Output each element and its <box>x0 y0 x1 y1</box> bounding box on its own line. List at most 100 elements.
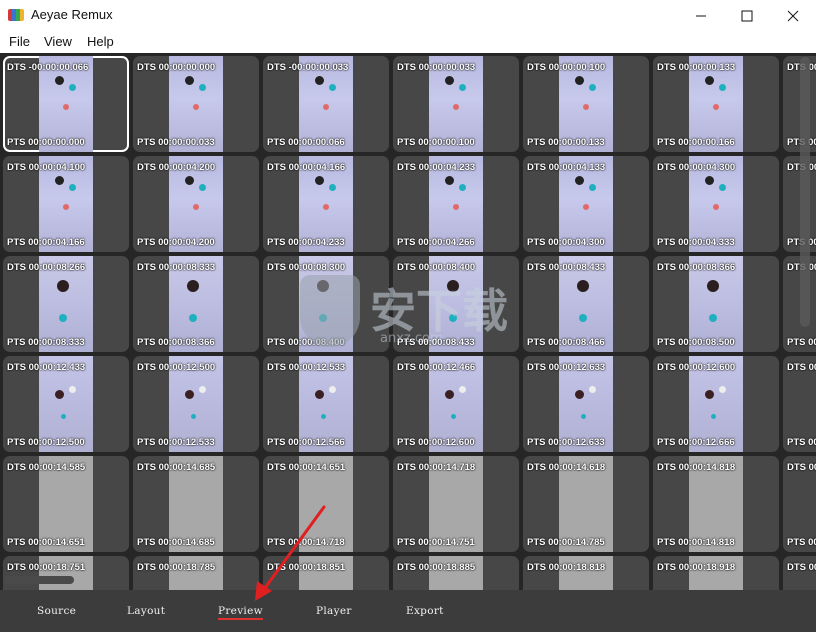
dts-label: DTS 00:00:08.333 <box>137 262 216 273</box>
thumbnail-frame[interactable]: DTS 00:00:18.785 <box>133 556 259 590</box>
pts-label: PTS 00:00:12.566 <box>267 437 345 448</box>
thumbnail-frame[interactable]: DTS 00:00:04.100 PTS 00:00:04.166 <box>3 156 129 252</box>
thumbnail-frame[interactable]: DTS 00:00:08.366 PTS 00:00:08.500 <box>653 256 779 352</box>
thumbnail-frame[interactable]: DTS 00:00:18.885 <box>393 556 519 590</box>
menu-file[interactable]: File <box>9 34 30 49</box>
thumbnail-frame[interactable]: DTS 00: <box>783 556 816 590</box>
vertical-scrollbar[interactable] <box>800 57 810 327</box>
menu-view[interactable]: View <box>44 34 72 49</box>
tab-layout[interactable]: Layout <box>127 605 165 617</box>
pts-label: PTS 00:00:12.500 <box>7 437 85 448</box>
dts-label: DTS 00:00:18.818 <box>527 562 606 573</box>
dts-label: DTS 00:00:12.533 <box>267 362 346 373</box>
menu-bar: File View Help <box>0 31 816 53</box>
thumbnail-frame[interactable]: DTS 00:00:14.618 PTS 00:00:14.785 <box>523 456 649 552</box>
thumbnail-frame[interactable]: DTS 00:00:14.818 PTS 00:00:14.818 <box>653 456 779 552</box>
pts-label: PTS 00:00:08.400 <box>267 337 345 348</box>
thumbnail-frame[interactable]: DTS -00:00:00.033 PTS 00:00:00.066 <box>263 56 389 152</box>
thumbnail-frame[interactable]: DTS 00:00:14.651 PTS 00:00:14.718 <box>263 456 389 552</box>
thumbnail-frame[interactable]: DTS 00:00:04.233 PTS 00:00:04.266 <box>393 156 519 252</box>
pts-label: PTS 00:00:00.166 <box>657 137 735 148</box>
bottom-tab-bar: Source Layout Preview Player Export <box>0 590 816 632</box>
thumbnail-frame[interactable]: DTS 00:00:12.466 PTS 00:00:12.600 <box>393 356 519 452</box>
tab-export[interactable]: Export <box>406 605 444 617</box>
dts-label: DTS 00:00:18.785 <box>137 562 216 573</box>
close-icon <box>787 10 799 21</box>
pts-label: PTS 00: <box>787 537 816 548</box>
thumbnail-frame[interactable]: DTS 00:00:12.633 PTS 00:00:12.633 <box>523 356 649 452</box>
thumbnail-grid: DTS 00: DTS 00:00:18.918 DTS 00:00:18.818 D… <box>0 53 816 590</box>
minimize-icon <box>696 15 706 16</box>
pts-label: PTS 00:00:00.000 <box>7 137 85 148</box>
tab-source[interactable]: Source <box>37 605 76 617</box>
pts-label: PTS 00:00:14.751 <box>397 537 475 548</box>
pts-label: PTS 00:00:08.466 <box>527 337 605 348</box>
close-button[interactable] <box>770 0 816 31</box>
thumbnail-frame[interactable]: DTS 00:00:18.751 <box>3 556 129 590</box>
dts-label: DTS 00: <box>787 462 816 473</box>
thumbnail-frame[interactable]: DTS 00:00:18.918 <box>653 556 779 590</box>
thumbnail-frame[interactable]: DTS 00: PTS 00: <box>783 456 816 552</box>
thumbnail-frame[interactable]: DTS 00:00:00.033 PTS 00:00:00.100 <box>393 56 519 152</box>
app-icon <box>8 9 24 21</box>
thumbnail-frame[interactable]: DTS -00:00:00.066 PTS 00:00:00.000 <box>3 56 129 152</box>
thumbnail-frame[interactable]: DTS 00:00:04.133 PTS 00:00:04.300 <box>523 156 649 252</box>
pts-label: PTS 00:00:12.666 <box>657 437 735 448</box>
minimize-button[interactable] <box>678 0 724 31</box>
pts-label: PTS 00:00:00.133 <box>527 137 605 148</box>
dts-label: DTS 00:00:14.651 <box>267 462 346 473</box>
maximize-icon <box>741 10 753 21</box>
thumbnail-frame[interactable]: DTS 00:00:08.333 PTS 00:00:08.366 <box>133 256 259 352</box>
thumbnail-frame[interactable]: DTS 00:00:00.100 PTS 00:00:00.133 <box>523 56 649 152</box>
pts-label: PTS 00: <box>787 437 816 448</box>
dts-label: DTS 00:00:00.133 <box>657 62 736 73</box>
pts-label: PTS 00:00:12.600 <box>397 437 475 448</box>
pts-label: PTS 00:00:12.633 <box>527 437 605 448</box>
thumbnail-frame[interactable]: DTS 00:00:14.718 PTS 00:00:14.751 <box>393 456 519 552</box>
pts-label: PTS 00:00:04.200 <box>137 237 215 248</box>
title-bar: Aeyae Remux <box>0 0 816 31</box>
pts-label: PTS 00:00:08.500 <box>657 337 735 348</box>
thumbnail-frame[interactable]: DTS 00:00:00.133 PTS 00:00:00.166 <box>653 56 779 152</box>
tab-player[interactable]: Player <box>316 605 352 617</box>
thumbnail-frame[interactable]: DTS 00:00:12.533 PTS 00:00:12.566 <box>263 356 389 452</box>
thumbnail-frame[interactable]: DTS 00:00:14.685 PTS 00:00:14.685 <box>133 456 259 552</box>
menu-help[interactable]: Help <box>87 34 114 49</box>
thumbnail-frame[interactable]: DTS 00:00:18.851 <box>263 556 389 590</box>
pts-label: PTS 00:00:04.266 <box>397 237 475 248</box>
dts-label: DTS 00:00:08.433 <box>527 262 606 273</box>
window-title: Aeyae Remux <box>31 7 113 22</box>
dts-label: DTS 00:00:12.433 <box>7 362 86 373</box>
pts-label: PTS 00:00:04.333 <box>657 237 735 248</box>
dts-label: DTS 00:00:04.166 <box>267 162 346 173</box>
thumbnail-frame[interactable]: DTS 00:00:12.433 PTS 00:00:12.500 <box>3 356 129 452</box>
dts-label: DTS 00:00:18.751 <box>7 562 86 573</box>
thumbnail-frame[interactable]: DTS 00:00:08.300 PTS 00:00:08.400 <box>263 256 389 352</box>
thumbnail-frame[interactable]: DTS 00:00:04.300 PTS 00:00:04.333 <box>653 156 779 252</box>
thumbnail-frame[interactable]: DTS 00:00:14.585 PTS 00:00:14.651 <box>3 456 129 552</box>
dts-label: DTS 00:00:14.618 <box>527 462 606 473</box>
tab-preview[interactable]: Preview <box>218 605 263 620</box>
thumbnail-frame[interactable]: DTS 00:00:18.818 <box>523 556 649 590</box>
horizontal-scrollbar[interactable] <box>4 576 74 584</box>
thumbnail-frame[interactable]: DTS 00: PTS 00: <box>783 356 816 452</box>
dts-label: DTS 00:00:00.100 <box>527 62 606 73</box>
thumbnail-frame[interactable]: DTS 00:00:12.500 PTS 00:00:12.533 <box>133 356 259 452</box>
dts-label: DTS 00:00:12.633 <box>527 362 606 373</box>
pts-label: PTS 00:00:12.533 <box>137 437 215 448</box>
thumbnail-frame[interactable]: DTS 00:00:04.200 PTS 00:00:04.200 <box>133 156 259 252</box>
thumbnail-frame[interactable]: DTS 00:00:12.600 PTS 00:00:12.666 <box>653 356 779 452</box>
dts-label: DTS 00: <box>787 562 816 573</box>
dts-label: DTS -00:00:00.066 <box>7 62 89 73</box>
maximize-button[interactable] <box>724 0 770 31</box>
thumbnail-frame[interactable]: DTS 00:00:04.166 PTS 00:00:04.233 <box>263 156 389 252</box>
thumbnail-frame[interactable]: DTS 00:00:08.400 PTS 00:00:08.433 <box>393 256 519 352</box>
pts-label: PTS 00:00:14.818 <box>657 537 735 548</box>
pts-label: PTS 00:00:00.033 <box>137 137 215 148</box>
dts-label: DTS 00:00:18.918 <box>657 562 736 573</box>
pts-label: PTS 00:00:04.300 <box>527 237 605 248</box>
thumbnail-frame[interactable]: DTS 00:00:08.433 PTS 00:00:08.466 <box>523 256 649 352</box>
thumbnail-frame[interactable]: DTS 00:00:08.266 PTS 00:00:08.333 <box>3 256 129 352</box>
dts-label: DTS -00:00:00.033 <box>267 62 349 73</box>
thumbnail-frame[interactable]: DTS 00:00:00.000 PTS 00:00:00.033 <box>133 56 259 152</box>
